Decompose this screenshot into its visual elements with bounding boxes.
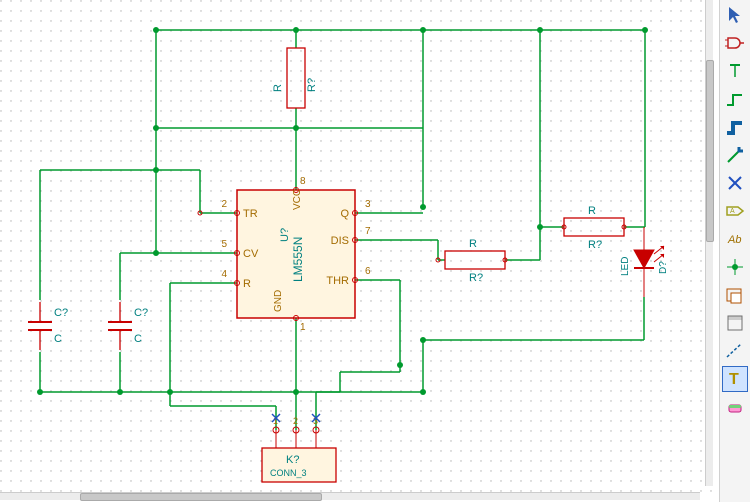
svg-text:Ab: Ab — [727, 234, 741, 246]
tool-add-graphic-line[interactable] — [722, 338, 748, 364]
tool-pointer[interactable] — [722, 2, 748, 28]
junction — [153, 167, 159, 173]
label: R — [272, 84, 284, 92]
label: 2 — [221, 199, 227, 210]
tool-add-junction[interactable] — [722, 254, 748, 280]
label: D? — [658, 261, 669, 274]
tool-add-bus[interactable] — [722, 114, 748, 140]
tool-add-power[interactable] — [722, 58, 748, 84]
label: U? — [279, 228, 291, 242]
label: C — [54, 333, 62, 345]
junction — [167, 389, 173, 395]
label: LED — [620, 257, 631, 276]
label: 7 — [365, 226, 371, 237]
junction — [293, 27, 299, 33]
label: CONN_3 — [270, 468, 307, 478]
tool-add-wire[interactable] — [722, 86, 748, 112]
junction — [420, 204, 426, 210]
junction — [153, 27, 159, 33]
tool-add-busentry[interactable] — [722, 142, 748, 168]
tool-add-noconn[interactable] — [722, 170, 748, 196]
junction — [397, 362, 403, 368]
label: Q — [340, 208, 349, 220]
junction — [420, 337, 426, 343]
label: DIS — [331, 235, 349, 247]
junction — [37, 389, 43, 395]
junction — [420, 389, 426, 395]
tool-delete[interactable] — [722, 394, 748, 420]
junction — [117, 389, 123, 395]
junction — [642, 27, 648, 33]
label: R? — [469, 272, 483, 284]
svg-text:A: A — [730, 208, 735, 215]
junction — [293, 125, 299, 131]
label: CV — [243, 248, 259, 260]
tool-add-netlabel[interactable]: A — [722, 198, 748, 224]
tool-add-globallabel[interactable]: Ab — [722, 226, 748, 252]
label: 6 — [365, 266, 371, 277]
label: LM555N — [291, 237, 305, 282]
label: R — [243, 278, 251, 290]
label: VCC — [292, 189, 303, 210]
label: R? — [306, 78, 318, 92]
label: TR — [243, 208, 258, 220]
label: R? — [588, 239, 602, 251]
junction — [537, 27, 543, 33]
junction — [420, 27, 426, 33]
scrollbar-vertical[interactable] — [705, 0, 713, 486]
label: 4 — [221, 269, 227, 280]
junction — [293, 389, 299, 395]
label: C? — [134, 307, 148, 319]
svg-text:T: T — [729, 371, 739, 388]
label: THR — [326, 275, 349, 287]
label: 2 — [293, 416, 298, 426]
label: R — [588, 205, 596, 217]
right-toolbar: A Ab T — [719, 0, 750, 502]
junction — [537, 224, 543, 230]
junction — [153, 125, 159, 131]
label: GND — [273, 290, 284, 312]
label: 1 — [300, 322, 306, 333]
label: C? — [54, 307, 68, 319]
schematic-canvas[interactable]: 2 TR 5 CV 4 R 3 Q 7 DIS 6 THR VCC 8 GND 1 U?LM555N R R? R R?… — [0, 0, 713, 500]
label: 3 — [365, 199, 371, 210]
label: 5 — [221, 239, 227, 250]
tool-add-symbol[interactable] — [722, 30, 748, 56]
scrollbar-horizontal[interactable] — [0, 492, 700, 500]
label: R — [469, 238, 477, 250]
label: K? — [286, 454, 299, 466]
tool-add-sheet[interactable] — [722, 310, 748, 336]
label: 8 — [300, 176, 306, 187]
label: C — [134, 333, 142, 345]
junction — [153, 250, 159, 256]
tool-add-hierlabel[interactable] — [722, 282, 748, 308]
tool-add-text[interactable]: T — [722, 366, 748, 392]
